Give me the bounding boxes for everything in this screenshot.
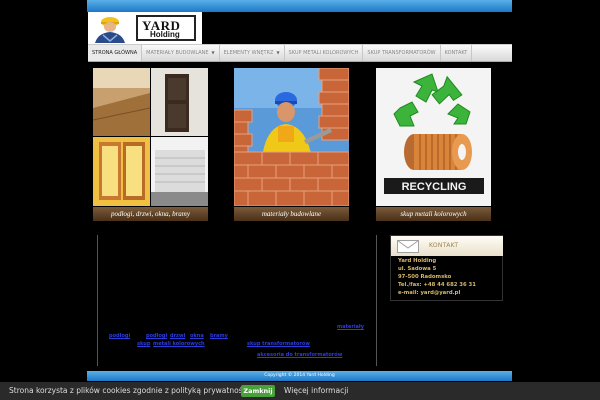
contact-city: 97-500 Radomsko: [398, 274, 452, 280]
cookie-accept-button[interactable]: Zamknij: [241, 385, 275, 397]
nav-item-metal-buyback[interactable]: SKUP METALI KOLOROWYCH: [285, 45, 364, 61]
nav-item-contact[interactable]: KONTAKT: [441, 45, 473, 61]
chevron-down-icon: ▼: [276, 50, 280, 55]
link-floors-1[interactable]: podłogi: [109, 333, 130, 339]
recycling-copper-image: RECYCLING: [376, 68, 491, 206]
contact-phone: Tel./fax: +48 44 682 36 31: [398, 282, 476, 288]
nav-item-transformer-buyback[interactable]: SKUP TRANSFORMATORÓW: [363, 45, 441, 61]
envelope-icon: [397, 240, 419, 253]
cookie-more-link[interactable]: Więcej informacji: [284, 386, 348, 395]
construction-worker-icon: [95, 17, 125, 43]
doors-floors-collage-image: [93, 68, 208, 206]
link-materials[interactable]: materiały: [337, 324, 364, 330]
link-windows[interactable]: okna: [190, 333, 204, 339]
link-doors[interactable]: drzwi: [170, 333, 185, 339]
bricklayer-image: [234, 68, 349, 206]
site-logo[interactable]: YARD Holding: [88, 12, 202, 45]
top-accent-bar: [87, 0, 512, 12]
link-transformer-accessories[interactable]: akcesoria do transformatorów: [257, 352, 342, 358]
nav-item-building-materials[interactable]: MATERIAŁY BUDOWLANE ▼: [142, 45, 220, 61]
nav-item-interior-elements[interactable]: ELEMENTY WNĘTRZ ▼: [220, 45, 285, 61]
main-nav: STRONA GŁÓWNA MATERIAŁY BUDOWLANE ▼ ELEME…: [88, 44, 512, 62]
recycling-label: RECYCLING: [402, 181, 467, 193]
tile-caption: materiały budowlane: [234, 207, 349, 221]
tile-building-materials[interactable]: materiały budowlane: [234, 68, 349, 223]
cookie-message: Strona korzysta z plików cookies zgodnie…: [9, 386, 252, 395]
link-buyback[interactable]: skup: [137, 341, 150, 347]
footer-copyright: Copyright © 2014 Yard Holding: [87, 371, 512, 381]
contact-company: Yard Holding: [398, 258, 437, 264]
brand-mark: YARD Holding: [136, 15, 196, 41]
contact-box: KONTAKT Yard Holding ul. Sadowa 5 97-500…: [390, 235, 503, 301]
link-floors-2[interactable]: podłogi: [146, 333, 167, 339]
contact-title: KONTAKT: [429, 242, 459, 249]
nav-item-home[interactable]: STRONA GŁÓWNA: [88, 45, 143, 61]
tile-metal-buyback[interactable]: RECYCLING skup metali kolorowych: [376, 68, 491, 223]
contact-header: KONTAKT: [391, 236, 503, 256]
tile-caption: podłogi, drzwi, okna, bramy: [93, 207, 208, 221]
tile-caption: skup metali kolorowych: [376, 207, 491, 221]
brand-line2: Holding: [150, 30, 180, 39]
link-gates[interactable]: bramy: [210, 333, 228, 339]
link-transformers[interactable]: skup transformatorów: [247, 341, 310, 347]
tile-floors-doors[interactable]: podłogi, drzwi, okna, bramy: [93, 68, 208, 223]
chevron-down-icon: ▼: [211, 50, 215, 55]
link-metals[interactable]: metali kolorowych: [153, 341, 205, 347]
cookie-bar: Strona korzysta z plików cookies zgodnie…: [0, 382, 600, 400]
contact-street: ul. Sadowa 5: [398, 266, 437, 272]
contact-email[interactable]: e-mail: yard@yard.pl: [398, 290, 460, 296]
